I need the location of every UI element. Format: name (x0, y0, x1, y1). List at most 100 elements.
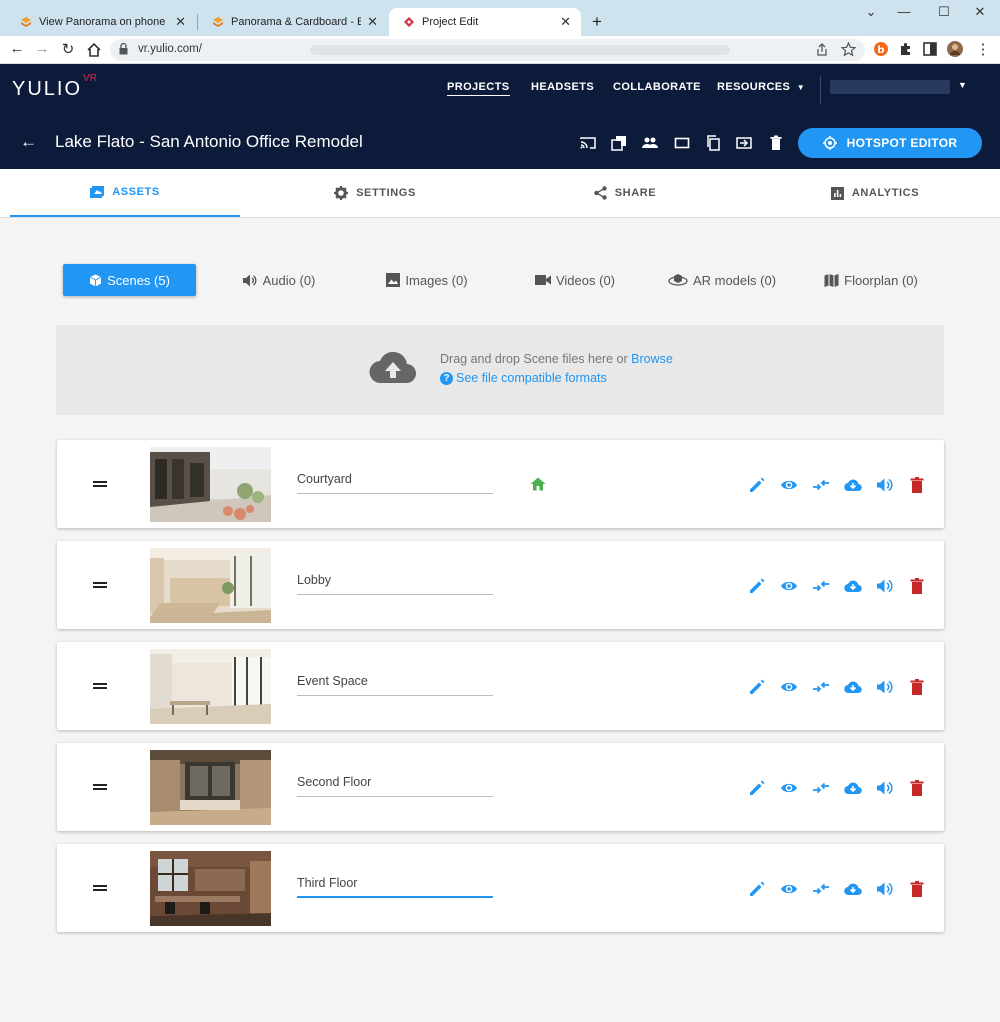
cloud-download-icon[interactable] (844, 678, 862, 696)
asset-tab-floorplan-label: Floorplan (0) (844, 272, 918, 288)
extension-b-icon[interactable]: b (873, 41, 889, 57)
nav-resources[interactable]: RESOURCES ▼ (717, 81, 805, 93)
profile-avatar-icon[interactable] (947, 41, 963, 57)
browser-tab[interactable]: View Panorama on phone or pc c ✕ (6, 8, 196, 36)
nav-headsets[interactable]: HEADSETS (531, 81, 594, 93)
cast-icon[interactable] (580, 135, 596, 151)
asset-tab-videos[interactable]: Videos (0) (516, 264, 634, 296)
tab-analytics[interactable]: ANALYTICS (760, 169, 990, 217)
scene-name-input[interactable]: Event Space (297, 674, 493, 696)
cloud-download-icon[interactable] (844, 779, 862, 797)
hotspot-editor-button[interactable]: HOTSPOT EDITOR (798, 128, 982, 158)
delete-trash-icon[interactable] (908, 476, 926, 494)
audio-speaker-icon[interactable] (876, 779, 894, 797)
browse-link[interactable]: Browse (631, 352, 673, 366)
layers-icon[interactable] (611, 135, 627, 151)
drag-handle-icon[interactable] (93, 582, 107, 588)
asset-tab-audio[interactable]: Audio (0) (222, 264, 336, 296)
drag-handle-icon[interactable] (93, 885, 107, 891)
scene-name-input[interactable]: Courtyard (297, 472, 493, 494)
scene-thumbnail[interactable] (150, 548, 271, 623)
back-arrow-icon[interactable]: ← (20, 132, 37, 152)
browser-tab-active[interactable]: Project Edit ✕ (389, 8, 581, 36)
browser-tab[interactable]: Panorama & Cardboard - Enscap ✕ (198, 8, 388, 36)
drag-handle-icon[interactable] (93, 481, 107, 487)
preview-eye-icon[interactable] (780, 678, 798, 696)
bookmark-star-icon[interactable] (841, 42, 856, 57)
yulio-logo[interactable]: YULIOVR (12, 73, 97, 101)
asset-tab-ar-models[interactable]: AR models (0) (656, 264, 788, 296)
maximize-button[interactable]: ☐ (924, 4, 964, 20)
new-tab-button[interactable]: + (592, 12, 602, 32)
share-page-icon[interactable] (815, 43, 829, 57)
replace-swap-icon[interactable] (812, 880, 830, 898)
export-icon[interactable] (736, 135, 752, 151)
asset-tab-images[interactable]: Images (0) (365, 264, 489, 296)
audio-speaker-icon[interactable] (876, 880, 894, 898)
enscape-favicon-icon (213, 17, 223, 27)
logo-suffix: VR (83, 73, 97, 85)
home-nav-icon[interactable] (86, 42, 102, 58)
preview-eye-icon[interactable] (780, 779, 798, 797)
asset-tab-floorplan[interactable]: Floorplan (0) (812, 264, 930, 296)
scene-thumbnail[interactable] (150, 447, 271, 522)
drag-handle-icon[interactable] (93, 784, 107, 790)
edit-pencil-icon[interactable] (748, 476, 766, 494)
browser-menu-icon[interactable]: ⋮ (972, 40, 994, 58)
asset-tab-scenes[interactable]: Scenes (5) (63, 264, 196, 296)
user-menu-chevron-icon[interactable]: ▼ (958, 80, 967, 90)
replace-swap-icon[interactable] (812, 476, 830, 494)
tab-close-icon[interactable]: ✕ (175, 14, 186, 30)
copy-icon[interactable] (705, 135, 721, 151)
tab-assets[interactable]: ASSETS (10, 169, 240, 217)
replace-swap-icon[interactable] (812, 779, 830, 797)
scene-dropzone[interactable]: Drag and drop Scene files here or Browse… (56, 325, 944, 415)
replace-swap-icon[interactable] (812, 678, 830, 696)
preview-eye-icon[interactable] (780, 476, 798, 494)
edit-pencil-icon[interactable] (748, 880, 766, 898)
minimize-button[interactable]: — (884, 4, 924, 19)
nav-projects[interactable]: PROJECTS (447, 81, 510, 96)
url-omnibox[interactable]: vr.yulio.com/ (110, 39, 865, 61)
cloud-download-icon[interactable] (844, 577, 862, 595)
drag-handle-icon[interactable] (93, 683, 107, 689)
user-name-redacted[interactable] (830, 80, 950, 94)
scene-thumbnail[interactable] (150, 851, 271, 926)
close-window-button[interactable]: ✕ (960, 4, 1000, 20)
tab-share[interactable]: SHARE (510, 169, 740, 217)
edit-pencil-icon[interactable] (748, 577, 766, 595)
replace-swap-icon[interactable] (812, 577, 830, 595)
tab-settings[interactable]: SETTINGS (260, 169, 490, 217)
reload-icon[interactable]: ↻ (57, 40, 79, 58)
back-nav-icon[interactable]: ← (6, 40, 28, 57)
sidepanel-icon[interactable] (922, 41, 938, 57)
scene-name-input[interactable]: Third Floor (297, 876, 493, 898)
audio-speaker-icon[interactable] (876, 678, 894, 696)
cloud-download-icon[interactable] (844, 880, 862, 898)
cloud-download-icon[interactable] (844, 476, 862, 494)
delete-trash-icon[interactable] (908, 779, 926, 797)
nav-collaborate[interactable]: COLLABORATE (613, 81, 701, 93)
extensions-puzzle-icon[interactable] (898, 41, 914, 57)
fullscreen-icon[interactable] (674, 135, 690, 151)
audio-speaker-icon[interactable] (876, 577, 894, 595)
edit-pencil-icon[interactable] (748, 678, 766, 696)
delete-trash-icon[interactable] (908, 678, 926, 696)
formats-link[interactable]: ? See file compatible formats (440, 371, 607, 385)
scene-name-input[interactable]: Lobby (297, 573, 493, 595)
scene-thumbnail[interactable] (150, 649, 271, 724)
delete-trash-icon[interactable] (908, 577, 926, 595)
forward-nav-icon[interactable]: → (31, 40, 53, 57)
preview-eye-icon[interactable] (780, 880, 798, 898)
scene-thumbnail[interactable] (150, 750, 271, 825)
audio-speaker-icon[interactable] (876, 476, 894, 494)
tab-close-icon[interactable]: ✕ (560, 14, 571, 30)
trash-icon[interactable] (768, 135, 784, 151)
preview-eye-icon[interactable] (780, 577, 798, 595)
tab-close-icon[interactable]: ✕ (367, 14, 378, 30)
users-icon[interactable] (642, 135, 658, 151)
scene-name-input[interactable]: Second Floor (297, 775, 493, 797)
tab-settings-label: SETTINGS (356, 187, 416, 199)
delete-trash-icon[interactable] (908, 880, 926, 898)
edit-pencil-icon[interactable] (748, 779, 766, 797)
